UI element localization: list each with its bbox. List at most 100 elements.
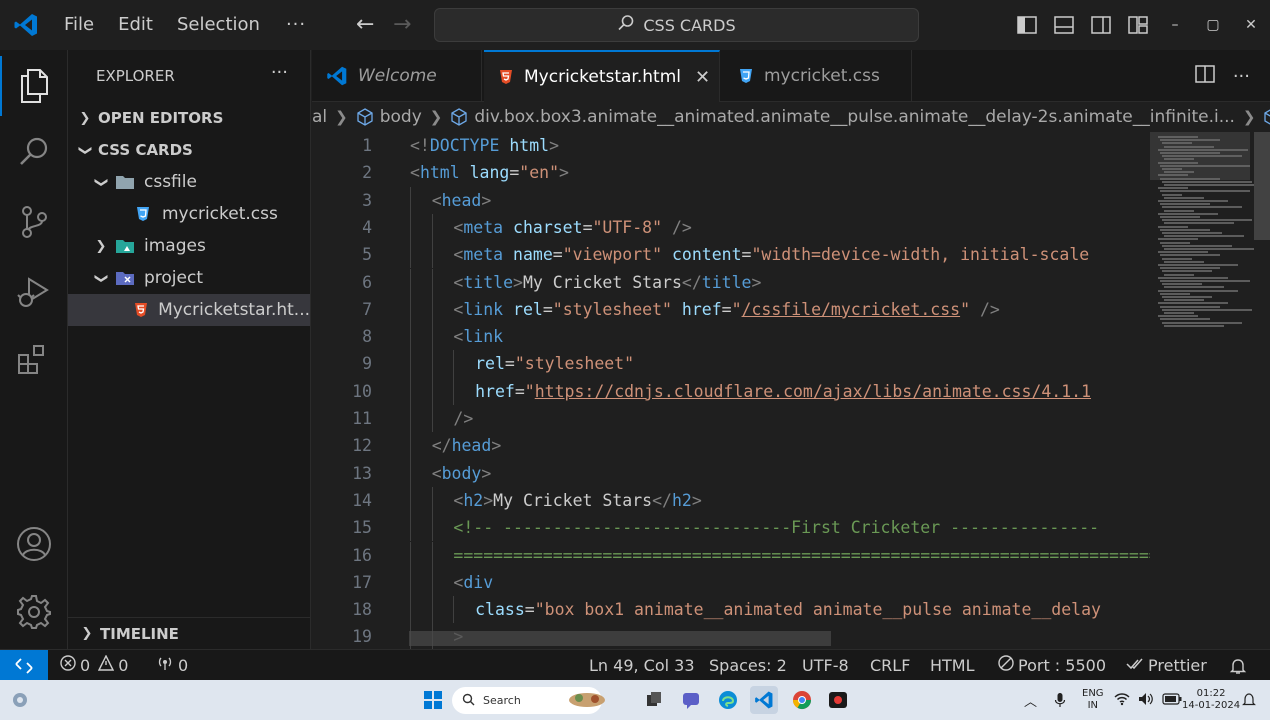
code-token: = — [514, 381, 525, 401]
explorer-more-button[interactable]: ··· — [271, 62, 288, 83]
minimap[interactable] — [1150, 132, 1270, 649]
breadcrumb-body[interactable]: body — [380, 107, 422, 127]
indentation-indicator[interactable]: Spaces: 2 — [709, 650, 787, 681]
back-arrow-icon[interactable]: ← — [356, 0, 374, 50]
extensions-icon[interactable] — [0, 330, 68, 390]
search-view-icon[interactable] — [0, 122, 68, 182]
account-icon[interactable] — [0, 514, 68, 574]
minimize-button[interactable]: – — [1156, 0, 1194, 50]
menu-edit[interactable]: Edit — [106, 0, 165, 50]
tree-item-project[interactable]: ❯ project — [68, 262, 310, 294]
explorer-icon[interactable] — [0, 56, 68, 116]
code-line[interactable]: 1 <!DOCTYPE html> — [312, 132, 1150, 159]
element-cube-icon — [356, 108, 374, 126]
code-line[interactable]: 17 <div — [312, 568, 1150, 597]
line-number: 14 — [352, 490, 372, 510]
code-line[interactable]: 7 <link rel="stylesheet" href="/cssfile/m… — [312, 295, 1150, 324]
show-hidden-icons-chevron-icon[interactable]: ︿ — [1024, 680, 1037, 720]
language-indicator[interactable]: ENG IN — [1082, 680, 1104, 720]
line-number: 13 — [352, 463, 372, 483]
toggle-secondary-sidebar-icon[interactable] — [1082, 0, 1119, 50]
command-center-search[interactable]: CSS CARDS — [434, 8, 919, 42]
breadcrumb-html[interactable]: al — [312, 107, 327, 127]
microphone-icon[interactable] — [1054, 680, 1066, 720]
notifications-bell-icon[interactable] — [1229, 650, 1247, 681]
code-editor[interactable]: 1 <!DOCTYPE html> 2 <html lang="en"> 3 <head>… — [312, 132, 1150, 649]
close-window-button[interactable]: ✕ — [1232, 0, 1270, 50]
minimap-line — [1158, 212, 1218, 215]
code-line[interactable]: 3 <head> — [312, 186, 1150, 214]
code-line[interactable]: 15 <!-- -----------------------------Firs… — [312, 514, 1150, 542]
forward-arrow-icon[interactable]: → — [393, 0, 411, 50]
screen-recorder-icon[interactable] — [824, 686, 852, 714]
code-token: link — [463, 299, 504, 319]
code-line[interactable]: 12 </head> — [312, 432, 1150, 460]
code-line[interactable]: 11 /> — [312, 405, 1150, 433]
code-line[interactable]: 18 class="box box1 animate__animated anim… — [312, 596, 1150, 624]
indent-guide — [431, 268, 433, 296]
menu-selection[interactable]: Selection — [165, 0, 272, 50]
tree-item-cssfile[interactable]: ❯ cssfile — [68, 166, 310, 198]
meet-chat-icon[interactable] — [677, 686, 705, 714]
task-view-icon[interactable] — [640, 686, 668, 714]
code-token: "viewport" — [562, 245, 663, 265]
toggle-panel-icon[interactable] — [1045, 0, 1082, 50]
language-mode[interactable]: HTML — [930, 650, 975, 681]
workspace-section[interactable]: ❯ CSS CARDS — [68, 134, 310, 166]
horizontal-scrollbar[interactable] — [409, 631, 831, 646]
more-actions-icon[interactable]: ··· — [1233, 66, 1250, 87]
edge-browser-icon[interactable] — [714, 686, 742, 714]
code-line[interactable]: 14 <h2>My Cricket Stars</h2> — [312, 486, 1150, 515]
vertical-scrollbar[interactable] — [1254, 132, 1270, 240]
code-line[interactable]: 13 <body> — [312, 459, 1150, 487]
minimap-line — [1158, 264, 1238, 266]
broadcast-icon — [156, 650, 174, 681]
tab-mycricket-css[interactable]: mycricket.css — [722, 50, 912, 102]
menu-file[interactable]: File — [52, 0, 106, 50]
code-line[interactable]: 2 <html lang="en"> — [312, 159, 1150, 186]
tree-item-mycricket-css[interactable]: mycricket.css — [68, 198, 310, 230]
open-editors-section[interactable]: ❯ OPEN EDITORS — [68, 102, 310, 134]
timeline-section[interactable]: ❯ TIMELINE — [68, 617, 311, 649]
tree-item-images[interactable]: ❯ images — [68, 230, 310, 262]
remote-indicator-icon[interactable] — [0, 650, 48, 681]
cursor-position[interactable]: Ln 49, Col 33 — [589, 650, 695, 681]
tab-mycricketstar-html[interactable]: Mycricketstar.html ✕ — [484, 50, 720, 102]
tab-welcome[interactable]: Welcome — [312, 50, 482, 102]
code-line[interactable]: 9 rel="stylesheet" — [312, 350, 1150, 378]
live-server-port[interactable]: Port : 5500 — [998, 650, 1106, 681]
notification-center-icon[interactable] — [1242, 680, 1256, 720]
close-tab-icon[interactable]: ✕ — [695, 67, 710, 88]
chevron-right-icon: ❯ — [79, 110, 91, 126]
customize-layout-icon[interactable] — [1119, 0, 1156, 50]
indent-guide — [410, 405, 411, 433]
vscode-taskbar-icon[interactable] — [750, 686, 778, 714]
menu-more-button[interactable]: ··· — [272, 0, 320, 50]
tree-item-mycricketstar-html[interactable]: Mycricketstar.ht... — [68, 294, 310, 326]
encoding-indicator[interactable]: UTF-8 — [802, 650, 849, 681]
prettier-indicator[interactable]: Prettier — [1126, 650, 1207, 681]
code-line[interactable]: 5 <meta name="viewport" content="width=de… — [312, 241, 1150, 269]
problems-indicator[interactable]: 0 0 — [60, 650, 128, 681]
system-tray[interactable] — [1114, 680, 1182, 720]
eol-indicator[interactable]: CRLF — [870, 650, 910, 681]
start-windows-icon[interactable] — [419, 686, 447, 714]
taskbar-search[interactable]: Search — [452, 687, 605, 714]
settings-gear-icon[interactable] — [0, 582, 68, 642]
chrome-browser-icon[interactable] — [788, 686, 816, 714]
code-line[interactable]: 16 ======================================… — [312, 541, 1150, 569]
widgets-icon[interactable] — [6, 686, 34, 714]
source-control-icon[interactable] — [0, 192, 68, 252]
code-line[interactable]: 8 <link — [312, 323, 1150, 351]
clock[interactable]: 01:22 14-01-2024 — [1182, 680, 1240, 720]
code-line[interactable]: 4 <meta charset="UTF-8" /> — [312, 213, 1150, 242]
clock-date: 14-01-2024 — [1182, 700, 1241, 711]
run-debug-icon[interactable] — [0, 262, 68, 322]
ports-indicator[interactable]: 0 — [156, 650, 188, 681]
split-editor-icon[interactable] — [1195, 65, 1215, 87]
toggle-primary-sidebar-icon[interactable] — [1008, 0, 1045, 50]
breadcrumb-div[interactable]: div.box.box3.animate__animated.animate__… — [474, 107, 1235, 127]
code-line[interactable]: 10 href="https://cdnjs.cloudflare.com/aja… — [312, 377, 1150, 405]
code-line[interactable]: 6 <title>My Cricket Stars</title> — [312, 268, 1150, 296]
maximize-button[interactable]: ▢ — [1194, 0, 1232, 50]
